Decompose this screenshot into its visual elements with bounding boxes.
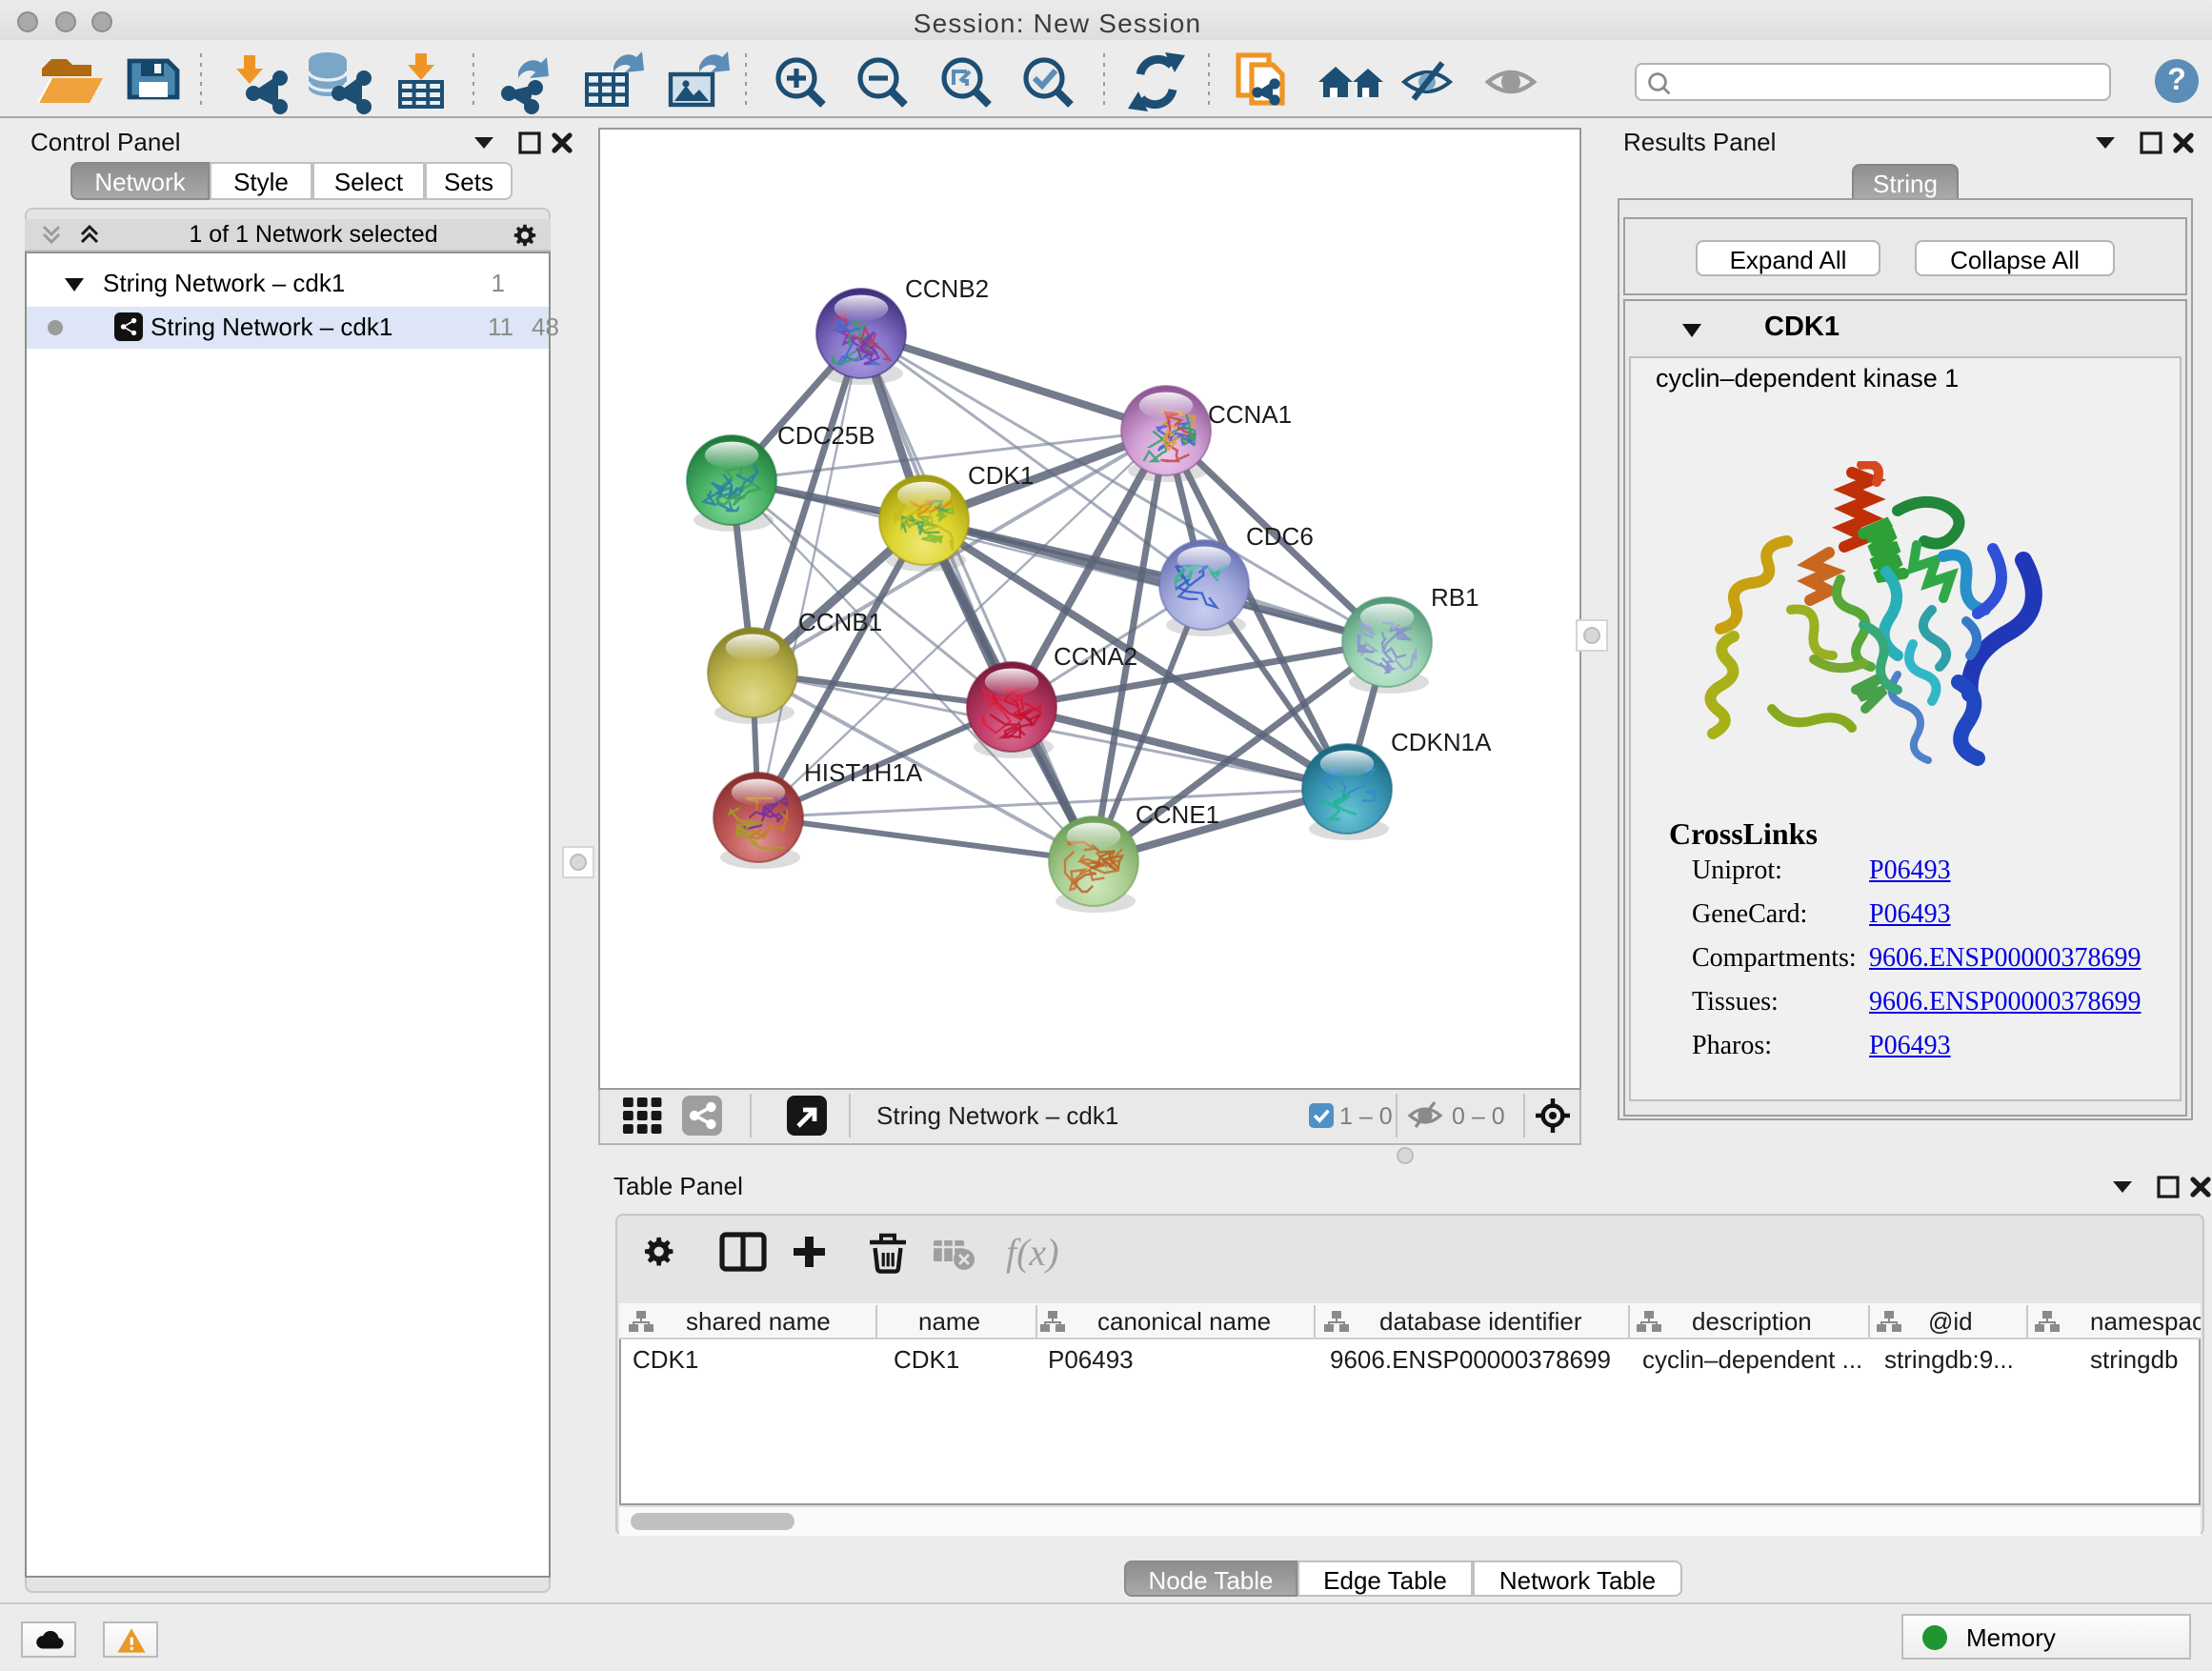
svg-text:CCNA2: CCNA2 [1054,642,1137,671]
svg-text:CDK1: CDK1 [968,461,1034,490]
svg-text:0 – 0: 0 – 0 [1452,1103,1505,1130]
svg-text:P06493: P06493 [1048,1345,1134,1374]
svg-text:CDC25B: CDC25B [777,421,875,450]
svg-text:9606.ENSP00000378699: 9606.ENSP00000378699 [1330,1345,1611,1374]
svg-text:stringdb: stringdb [2090,1345,2179,1374]
svg-text:RB1: RB1 [1431,583,1479,612]
svg-text:String Network – cdk1: String Network – cdk1 [876,1101,1118,1130]
svg-text:canonical name: canonical name [1097,1307,1271,1336]
svg-text:name: name [918,1307,980,1336]
svg-text:CDKN1A: CDKN1A [1391,728,1492,756]
svg-text:CCNA1: CCNA1 [1208,400,1292,429]
svg-text:cyclin–dependent ...: cyclin–dependent ... [1642,1345,1862,1374]
svg-text:CCNB1: CCNB1 [798,608,882,636]
svg-text:HIST1H1A: HIST1H1A [804,758,923,787]
svg-text:CDK1: CDK1 [633,1345,698,1374]
svg-text:shared name: shared name [686,1307,831,1336]
svg-text:description: description [1692,1307,1812,1336]
svg-text:CCNE1: CCNE1 [1136,800,1219,829]
svg-text:CDK1: CDK1 [894,1345,959,1374]
svg-text:database identifier: database identifier [1379,1307,1582,1336]
svg-text:namespace: namespace [2090,1307,2201,1336]
svg-text:f(x): f(x) [1006,1231,1059,1274]
svg-text:stringdb:9...: stringdb:9... [1884,1345,2014,1374]
svg-text:CDC6: CDC6 [1246,522,1314,551]
svg-text:1 – 0: 1 – 0 [1339,1103,1393,1130]
svg-text:CCNB2: CCNB2 [905,274,989,303]
svg-text:@id: @id [1928,1307,1973,1336]
